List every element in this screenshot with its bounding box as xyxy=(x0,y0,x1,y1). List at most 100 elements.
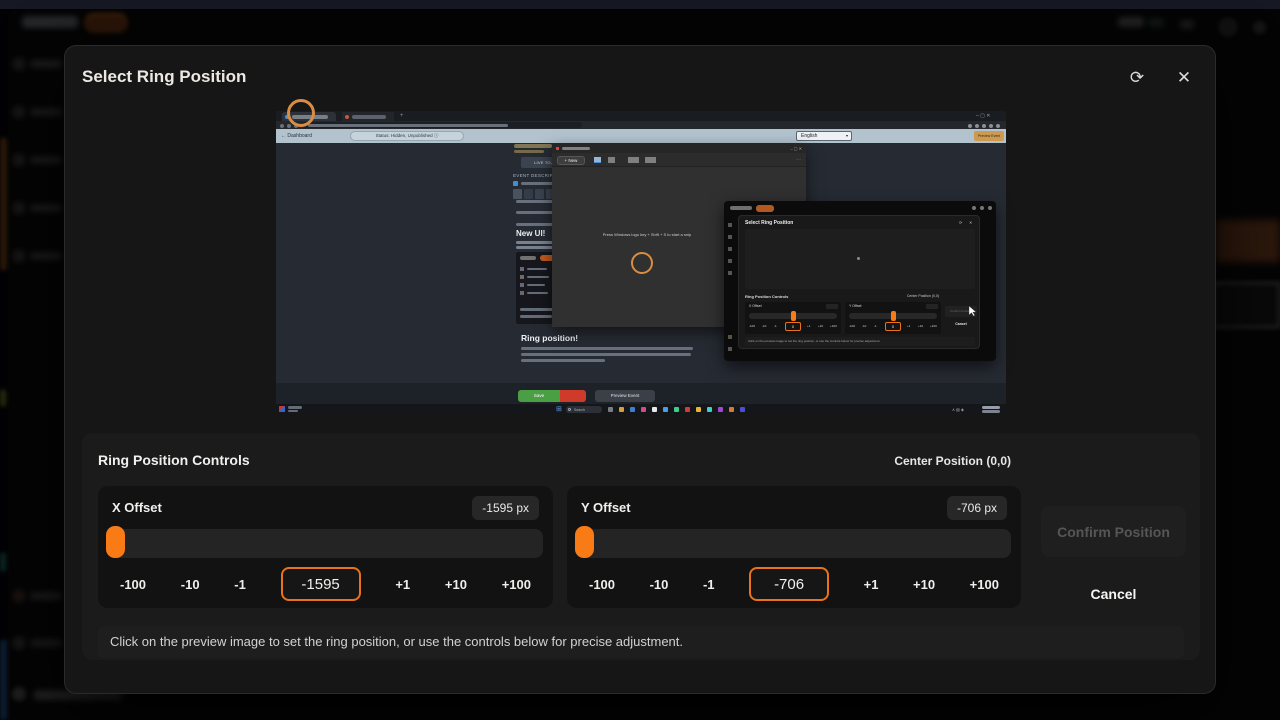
nested-y-track xyxy=(849,313,937,319)
new-ui-heading: New UI! xyxy=(516,229,545,238)
y-step-minus-100[interactable]: -100 xyxy=(589,577,615,592)
y-offset-input[interactable] xyxy=(749,567,829,601)
taskbar-app-icon xyxy=(641,407,646,412)
ring-preview-image[interactable]: + – ▢ ✕ ← Dashboard Status: Hidden, Unpu… xyxy=(276,111,1006,414)
decor-paragraph xyxy=(521,347,693,350)
ring-position-heading: Ring position! xyxy=(521,333,578,343)
cancel-button[interactable]: Cancel xyxy=(1041,576,1186,612)
nested-step: -10 xyxy=(862,324,866,328)
taskbar-app-icon xyxy=(630,407,635,412)
nested-refresh-icon: ⟳ xyxy=(959,220,962,225)
nav-dot xyxy=(287,124,291,128)
y-step-plus-10[interactable]: +10 xyxy=(913,577,935,592)
preview-tab xyxy=(342,112,394,121)
ring-position-controls-panel: Ring Position Controls Center Position (… xyxy=(82,433,1200,660)
nested-step: +100 xyxy=(930,324,937,328)
editor-toolbar-icon xyxy=(513,189,522,199)
taskbar-app-icon xyxy=(707,407,712,412)
x-step-plus-10[interactable]: +10 xyxy=(445,577,467,592)
nested-x-input: 0 xyxy=(785,322,801,331)
mini-row-icon xyxy=(520,283,524,287)
refresh-button[interactable]: ⟳ xyxy=(1124,65,1150,91)
x-step-minus-1[interactable]: -1 xyxy=(234,577,246,592)
screen: Select Ring Position ⟳ ✕ + – ▢ ✕ xyxy=(0,0,1280,720)
nested-x-label: X Offset xyxy=(749,304,762,308)
decor-clock xyxy=(982,410,1000,413)
snip-toolbar: + New ⋯ xyxy=(552,153,806,167)
nested-y-badge xyxy=(926,304,938,309)
favicon xyxy=(345,115,349,119)
search-label: Search xyxy=(574,408,585,412)
x-offset-input[interactable] xyxy=(281,567,361,601)
taskbar-app-icon xyxy=(740,407,745,412)
confirm-position-button[interactable]: Confirm Position xyxy=(1041,506,1186,557)
decor-sidebar-dot xyxy=(728,271,732,275)
y-offset-label: Y Offset xyxy=(581,500,631,515)
modal-title: Select Ring Position xyxy=(82,67,246,87)
y-offset-slider-track[interactable] xyxy=(575,529,1011,558)
nested-center-label: Center Position (0,0) xyxy=(907,294,939,298)
search-icon xyxy=(568,408,571,411)
x-step-minus-100[interactable]: -100 xyxy=(120,577,146,592)
snip-titlebar: – ▢ ✕ xyxy=(552,144,806,153)
decor-dot xyxy=(972,206,976,210)
nested-close-icon: ✕ xyxy=(969,220,972,225)
snip-hint-text: Press Windows logo key + Shift + S to st… xyxy=(552,232,742,237)
snip-window-controls: – ▢ ✕ xyxy=(790,146,802,151)
nested-step: -10 xyxy=(762,324,766,328)
nested-select-ring-modal: Select Ring Position ⟳ ✕ Ring Position C… xyxy=(738,215,980,349)
nested-step: +1 xyxy=(807,324,810,328)
nested-y-handle xyxy=(891,311,896,321)
ring-marker-center xyxy=(631,252,653,274)
nested-controls-heading: Ring Position Controls xyxy=(745,294,788,299)
nested-step: +10 xyxy=(918,324,923,328)
close-button[interactable]: ✕ xyxy=(1171,65,1197,91)
status-badge: Status: Hidden, Unpublished ⓘ xyxy=(350,131,464,141)
nav-dot xyxy=(280,124,284,128)
mini-row-icon xyxy=(520,267,524,271)
x-offset-slider-handle[interactable] xyxy=(106,526,125,558)
y-step-minus-10[interactable]: -10 xyxy=(650,577,669,592)
url-field xyxy=(302,122,582,128)
decor xyxy=(527,268,547,271)
decor-paragraph xyxy=(521,359,605,362)
preview-event-button-mini: Preview Event xyxy=(595,390,655,402)
decor xyxy=(520,315,552,318)
nested-app-window: Select Ring Position ⟳ ✕ Ring Position C… xyxy=(724,201,996,361)
nested-cancel-button: Cancel xyxy=(945,322,977,330)
x-offset-card: X Offset -1595 px -100 -10 -1 +1 +10 +10… xyxy=(98,486,553,608)
browser-icon xyxy=(989,124,993,128)
x-offset-slider-track[interactable] xyxy=(106,529,543,558)
x-step-minus-10[interactable]: -10 xyxy=(181,577,200,592)
window-controls: – ▢ ✕ xyxy=(976,113,990,119)
nested-modal-title: Select Ring Position xyxy=(745,220,793,226)
windows-start-icon: ⊞ xyxy=(556,405,562,413)
y-step-plus-100[interactable]: +100 xyxy=(970,577,999,592)
y-step-row: -100 -10 -1 +1 +10 +100 xyxy=(577,566,1011,602)
nested-step: +1 xyxy=(907,324,910,328)
x-step-plus-1[interactable]: +1 xyxy=(395,577,410,592)
y-step-plus-1[interactable]: +1 xyxy=(864,577,879,592)
nested-step: -1 xyxy=(774,324,777,328)
decor xyxy=(288,406,302,409)
decor-title xyxy=(562,147,590,150)
preview-bluebar: ← Dashboard Status: Hidden, Unpublished … xyxy=(276,129,1006,143)
decor-amber-text xyxy=(514,144,552,148)
decor-clock xyxy=(982,406,1000,409)
taskbar-app-icon xyxy=(696,407,701,412)
decor-sidebar-dot xyxy=(728,259,732,263)
nested-y-label: Y Offset xyxy=(849,304,862,308)
center-position-label: Center Position (0,0) xyxy=(894,454,1011,468)
taskbar-app-icon xyxy=(652,407,657,412)
back-dashboard: ← Dashboard xyxy=(281,133,312,139)
y-offset-card: Y Offset -706 px -100 -10 -1 +1 +10 +100 xyxy=(567,486,1021,608)
y-offset-slider-handle[interactable] xyxy=(575,526,594,558)
close-icon: ✕ xyxy=(1177,68,1191,88)
preview-event-button-top: Preview Event xyxy=(974,131,1004,141)
language-select: English▾ xyxy=(796,131,852,141)
y-step-minus-1[interactable]: -1 xyxy=(703,577,715,592)
taskbar-app-icon xyxy=(619,407,624,412)
snip-more-icon: ⋯ xyxy=(796,157,801,163)
x-step-plus-100[interactable]: +100 xyxy=(502,577,531,592)
decor-sidebar-dot xyxy=(728,347,732,351)
